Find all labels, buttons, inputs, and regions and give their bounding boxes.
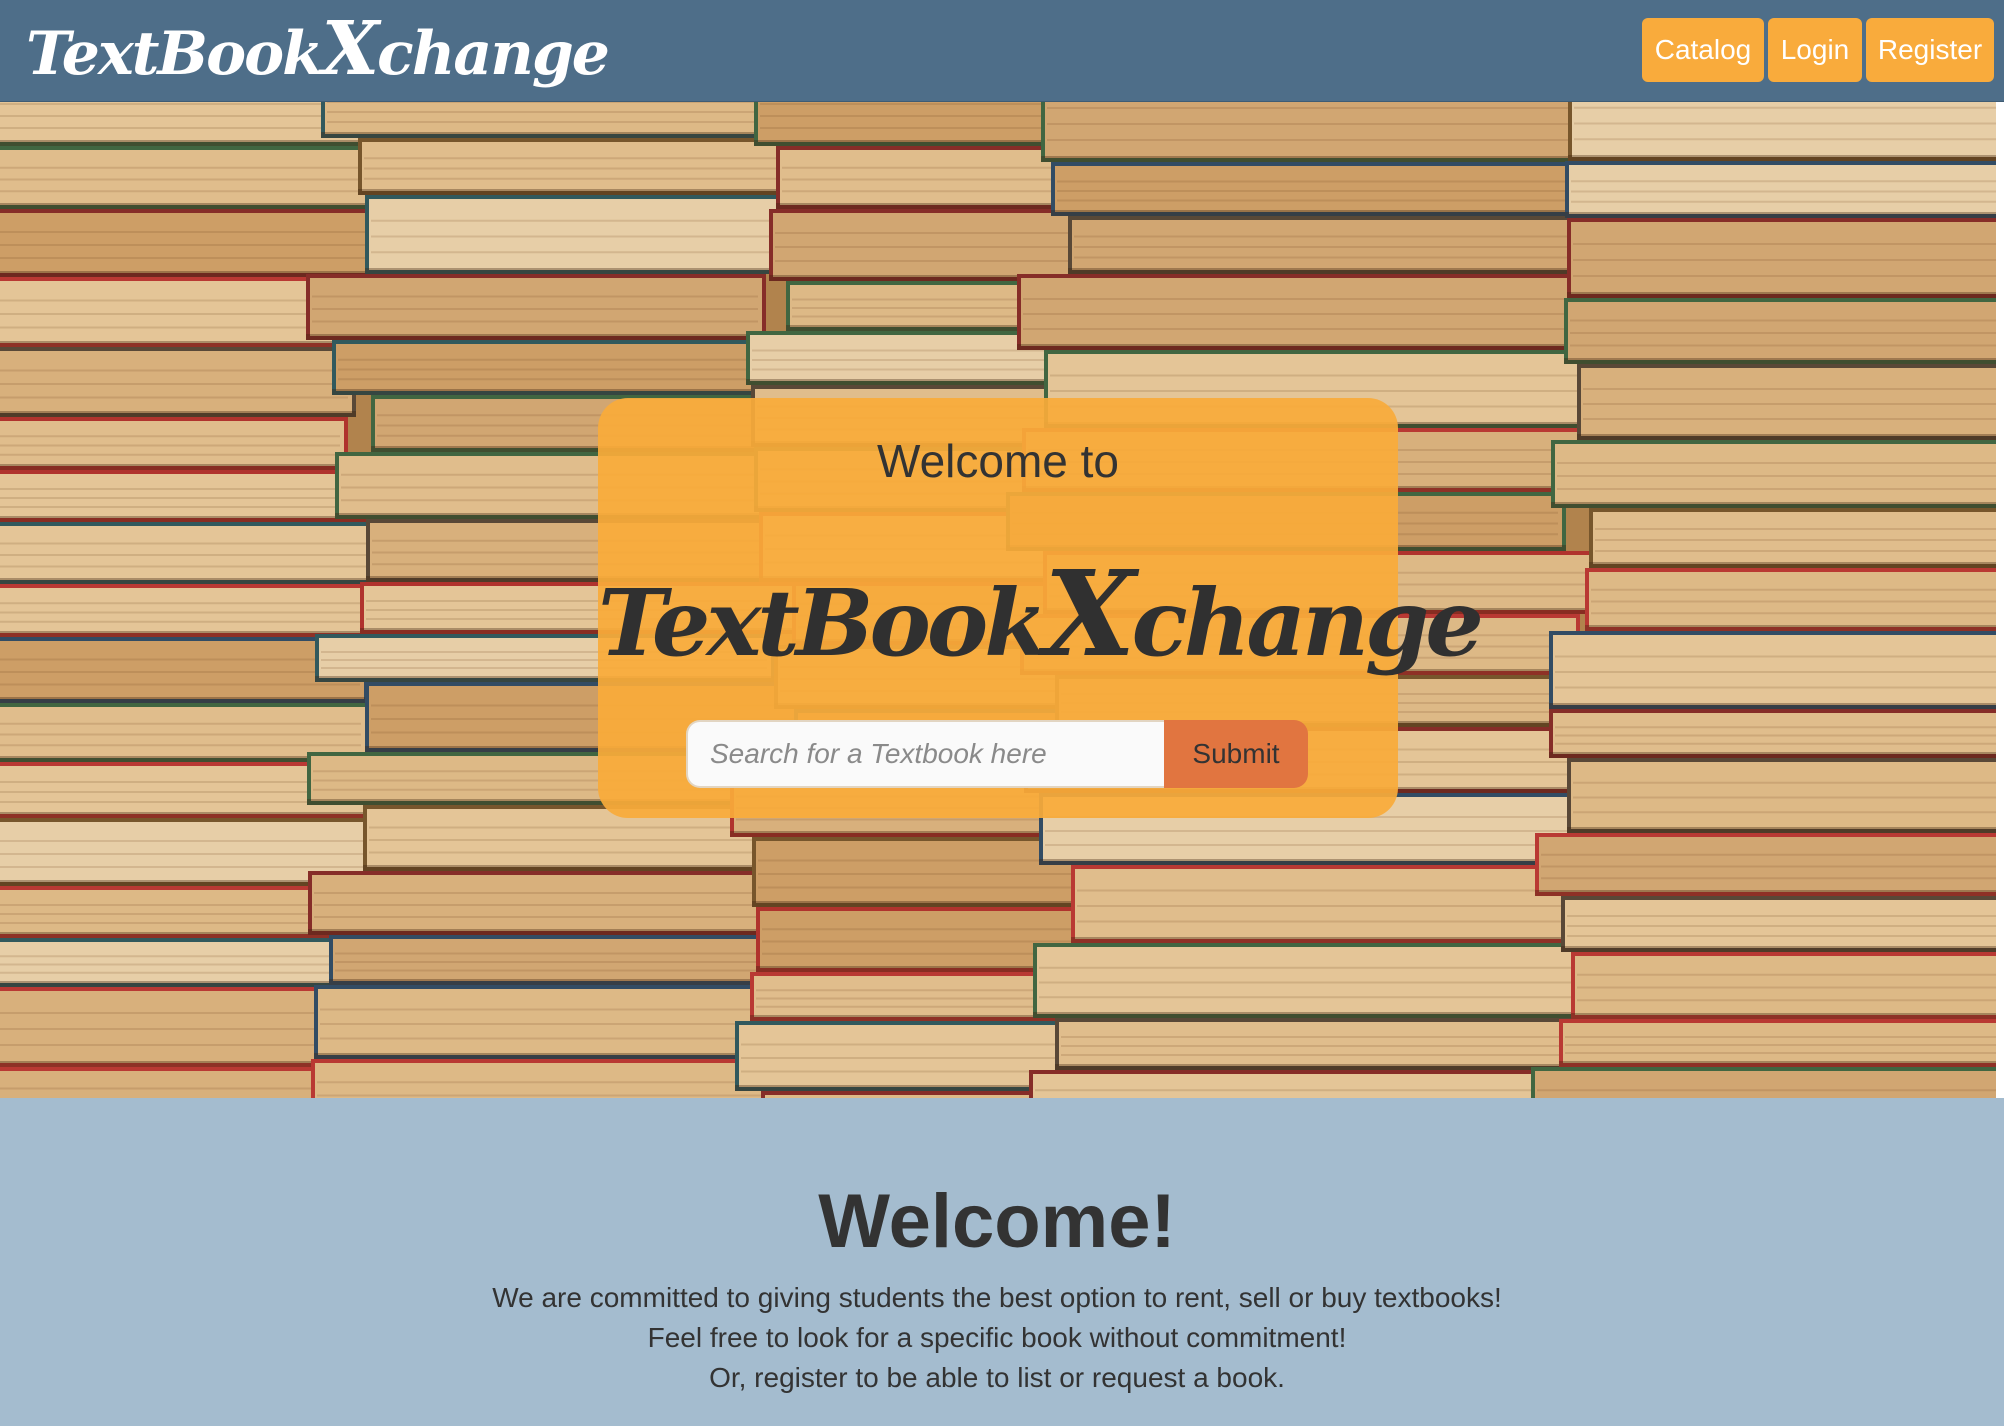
welcome-line: Feel free to look for a specific book wi… (647, 1322, 1347, 1353)
submit-button[interactable]: Submit (1164, 720, 1308, 788)
search-form: Submit (686, 720, 1308, 788)
register-button[interactable]: Register (1866, 18, 1994, 82)
welcome-line: We are committed to giving students the … (492, 1282, 1502, 1313)
welcome-section: Welcome! We are committed to giving stud… (0, 1098, 2004, 1426)
welcome-to-heading: Welcome to (876, 435, 1120, 487)
navbar: TextBookXchange Catalog Login Register (0, 0, 2004, 102)
card-logo: TextBookXchange (598, 544, 1484, 683)
brand-logo[interactable]: TextBookXchange (26, 6, 610, 92)
welcome-line: Or, register to be able to list or reque… (709, 1362, 1285, 1393)
search-input[interactable] (686, 720, 1164, 788)
welcome-card: Welcome to TextBookXchange Submit (598, 398, 1484, 818)
catalog-button[interactable]: Catalog (1642, 18, 1764, 82)
welcome-description: We are committed to giving students the … (0, 1278, 1994, 1398)
hero-section: Welcome to TextBookXchange Submit (0, 102, 2004, 1098)
nav-buttons: Catalog Login Register (1642, 18, 1994, 82)
login-button[interactable]: Login (1768, 18, 1862, 82)
welcome-heading: Welcome! (818, 1179, 1176, 1264)
hero-edge (1996, 102, 2004, 1098)
